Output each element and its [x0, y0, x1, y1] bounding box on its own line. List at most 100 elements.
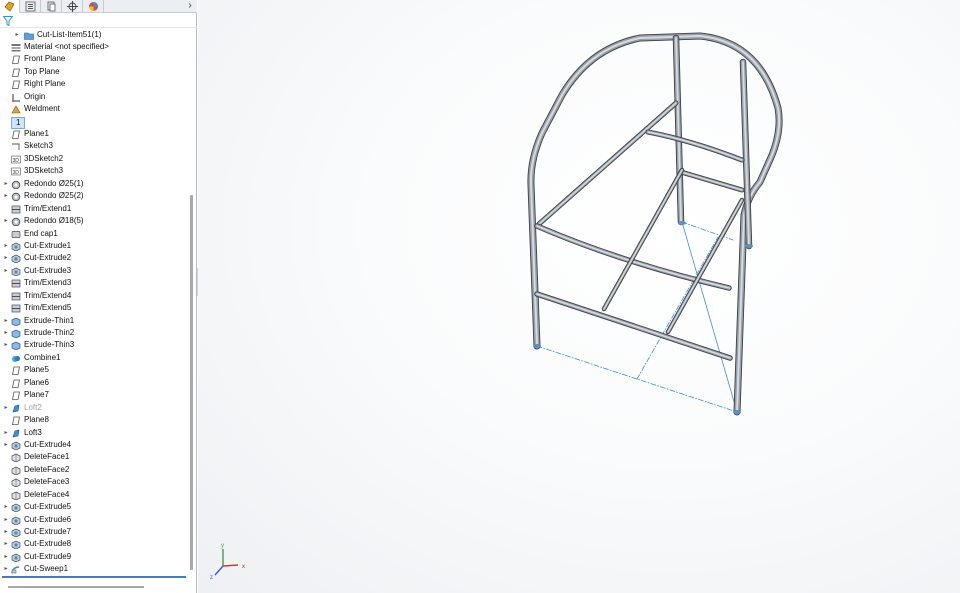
- plane-icon: [12, 80, 20, 90]
- tree-item[interactable]: Weldment: [0, 103, 189, 115]
- tree-item[interactable]: Plane5: [0, 364, 189, 376]
- tree-item[interactable]: ▸ Cut-Extrude8: [0, 538, 189, 550]
- expand-arrow-icon[interactable]: ▸: [14, 29, 20, 41]
- dimxpert-tab[interactable]: [63, 0, 83, 13]
- tree-item[interactable]: ▸ Redondo Ø18(5): [0, 215, 189, 227]
- expand-arrow-icon[interactable]: ▸: [3, 315, 9, 327]
- tree-item[interactable]: Right Plane: [0, 78, 189, 90]
- tree-item[interactable]: ▸ Cut-Extrude1: [0, 240, 189, 252]
- tree-item[interactable]: ▸ Redondo Ø25(1): [0, 178, 189, 190]
- filter-icon[interactable]: [3, 16, 13, 26]
- tree-item[interactable]: 3D 3DSketch3: [0, 165, 189, 177]
- expand-arrow-icon[interactable]: ▸: [3, 514, 9, 526]
- expand-arrow-icon[interactable]: ▸: [3, 339, 9, 351]
- chair-frame-model[interactable]: [198, 0, 960, 593]
- tree-item[interactable]: Plane8: [0, 414, 189, 426]
- structural-member-icon: [11, 180, 21, 189]
- expand-arrow-icon[interactable]: ▸: [3, 252, 9, 264]
- tree-item[interactable]: ▸ Loft2: [0, 402, 189, 414]
- display-manager-tab[interactable]: [84, 0, 104, 13]
- tree-item[interactable]: ▸ Cut-Extrude9: [0, 551, 189, 563]
- expand-arrow-icon[interactable]: ▸: [3, 439, 9, 451]
- expand-arrow-icon[interactable]: ▸: [3, 215, 9, 227]
- tree-item[interactable]: Combine1: [0, 352, 189, 364]
- tree-item[interactable]: Trim/Extend1: [0, 203, 189, 215]
- expand-arrow-icon[interactable]: ▸: [3, 190, 9, 202]
- tree-item[interactable]: ▸ Cut-Sweep1: [0, 563, 189, 575]
- tree-item[interactable]: ▸ Redondo Ø25(2): [0, 190, 189, 202]
- tree-item[interactable]: Plane7: [0, 389, 189, 401]
- tube-member[interactable]: [680, 171, 743, 191]
- tree-item[interactable]: Plane6: [0, 377, 189, 389]
- tree-item-label: Cut-Extrude5: [24, 502, 72, 512]
- tree-item[interactable]: Trim/Extend5: [0, 302, 189, 314]
- tree-item-label: DeleteFace4: [24, 489, 70, 499]
- tree-item[interactable]: ▸ Extrude-Thin2: [0, 327, 189, 339]
- tree-vertical-scrollbar[interactable]: [190, 195, 193, 570]
- tree-item[interactable]: ▸ Cut-Extrude3: [0, 265, 189, 277]
- featuremanager-tab[interactable]: [0, 0, 20, 13]
- tube-member[interactable]: [603, 169, 683, 310]
- cut-extrude-icon: [11, 541, 21, 550]
- graphics-area[interactable]: [198, 0, 960, 593]
- tree-item[interactable]: ▸ Cut-Extrude5: [0, 501, 189, 513]
- expand-arrow-icon[interactable]: ▸: [3, 538, 9, 550]
- tree-item[interactable]: Origin: [0, 91, 189, 103]
- tree-item-label: Loft2: [24, 402, 42, 412]
- tree-item[interactable]: DeleteFace2: [0, 464, 189, 476]
- expand-arrow-icon[interactable]: ▸: [3, 501, 9, 513]
- tree-item[interactable]: 1: [0, 116, 189, 129]
- tree-horizontal-scrollbar[interactable]: [8, 586, 144, 588]
- svg-text:3D: 3D: [13, 158, 20, 164]
- tube-member[interactable]: [536, 293, 731, 359]
- property-list-icon: [25, 1, 36, 12]
- end-cap-icon: [11, 230, 21, 238]
- expand-arrow-icon[interactable]: ▸: [3, 563, 9, 575]
- configurationmanager-tab[interactable]: [42, 0, 62, 13]
- expand-arrow-icon[interactable]: ▸: [3, 178, 9, 190]
- tree-item[interactable]: Plane1: [0, 128, 189, 140]
- tab-overflow-button[interactable]: ›: [185, 0, 195, 13]
- expand-arrow-icon[interactable]: ▸: [3, 402, 9, 414]
- tree-item[interactable]: ▸ Extrude-Thin1: [0, 315, 189, 327]
- cut-extrude-icon: [11, 528, 21, 537]
- tree-item[interactable]: 3D 3DSketch2: [0, 153, 189, 165]
- tree-item-label: DeleteFace3: [24, 477, 70, 487]
- tree-item[interactable]: Trim/Extend4: [0, 290, 189, 302]
- tree-item[interactable]: ▸ Cut-Extrude7: [0, 526, 189, 538]
- expand-arrow-icon[interactable]: ▸: [3, 551, 9, 563]
- plane-icon: [12, 130, 20, 139]
- tree-item[interactable]: DeleteFace1: [0, 451, 189, 463]
- expand-arrow-icon[interactable]: ▸: [3, 265, 9, 277]
- tree-item[interactable]: ▸ Cut-Extrude2: [0, 252, 189, 264]
- tree-item[interactable]: End cap1: [0, 228, 189, 240]
- tree-item-label: Plane6: [24, 377, 49, 387]
- propertymanager-tab[interactable]: [21, 0, 41, 13]
- expand-arrow-icon[interactable]: ▸: [3, 427, 9, 439]
- tree-item-label: Combine1: [24, 352, 61, 362]
- tree-item[interactable]: ▸ Cut-Extrude4: [0, 439, 189, 451]
- tree-item[interactable]: ▸ Cut-Extrude6: [0, 514, 189, 526]
- tree-item[interactable]: ▸ Loft3: [0, 427, 189, 439]
- tree-item[interactable]: Sketch3: [0, 140, 189, 152]
- tree-item-label: Plane5: [24, 365, 49, 375]
- tree-item[interactable]: ▸ Cut-List-Item51(1): [0, 29, 189, 41]
- combine-icon: [12, 355, 21, 362]
- expand-arrow-icon[interactable]: ▸: [3, 526, 9, 538]
- expand-arrow-icon[interactable]: ▸: [3, 327, 9, 339]
- tree-item[interactable]: DeleteFace3: [0, 476, 189, 488]
- expand-arrow-icon[interactable]: ▸: [3, 240, 9, 252]
- tree-item-label: Right Plane: [24, 79, 66, 89]
- tree-item-label: Cut-Extrude2: [24, 253, 72, 263]
- tree-item[interactable]: Material <not specified>: [0, 41, 189, 53]
- tube-member[interactable]: [538, 102, 677, 225]
- tree-item[interactable]: Trim/Extend3: [0, 277, 189, 289]
- tree-item[interactable]: Front Plane: [0, 53, 189, 65]
- tree-item[interactable]: DeleteFace4: [0, 489, 189, 501]
- tree-item[interactable]: Top Plane: [0, 66, 189, 78]
- cut-extrude-icon: [11, 553, 21, 562]
- triad-x-label: x: [242, 564, 245, 570]
- tree-item[interactable]: ▸ Extrude-Thin3: [0, 339, 189, 351]
- loft-icon: [12, 429, 20, 437]
- tree-bottom-rollback-bar[interactable]: [2, 576, 186, 578]
